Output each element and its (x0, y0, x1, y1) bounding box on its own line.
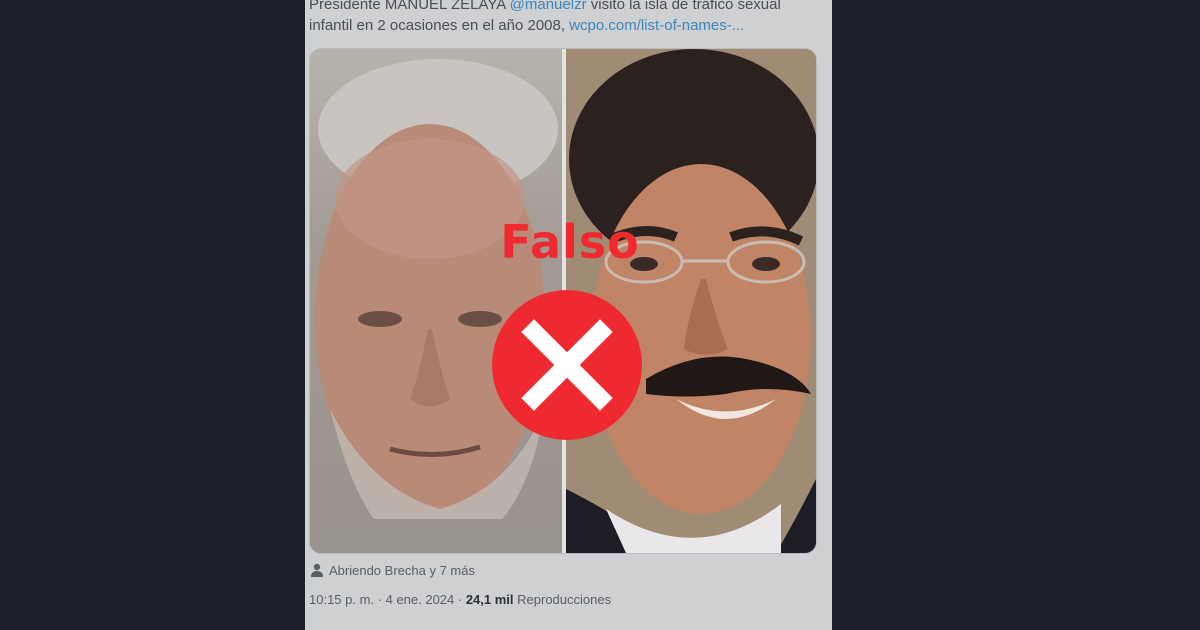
views-label: Reproducciones (513, 592, 612, 607)
tweet-text-line2: infantil en 2 ocasiones en el año 2008, (309, 17, 570, 34)
tweet-meta: 10:15 p. m. · 4 ene. 2024 · 24,1 mil Rep… (309, 592, 611, 607)
tweet-timestamp[interactable]: 10:15 p. m. · 4 ene. 2024 · (309, 592, 466, 607)
person-icon (311, 563, 323, 577)
verdict-label: Falso (500, 215, 640, 269)
external-link[interactable]: wcpo.com/list-of-names-... (569, 17, 744, 34)
tagged-label: Abriendo Brecha y 7 más (329, 562, 475, 578)
tweet-text-prefix: Presidente MANUEL ZELAYA (309, 0, 510, 13)
tweet-text: Presidente MANUEL ZELAYA @manuelzr visit… (309, 0, 824, 36)
tagged-users[interactable]: Abriendo Brecha y 7 más (311, 560, 475, 580)
mention-link[interactable]: @manuelzr (510, 0, 587, 13)
views-count: 24,1 mil (465, 592, 514, 607)
tweet-text-suffix: visitó la isla de tráfico sexual (586, 0, 781, 13)
close-icon (492, 290, 642, 440)
